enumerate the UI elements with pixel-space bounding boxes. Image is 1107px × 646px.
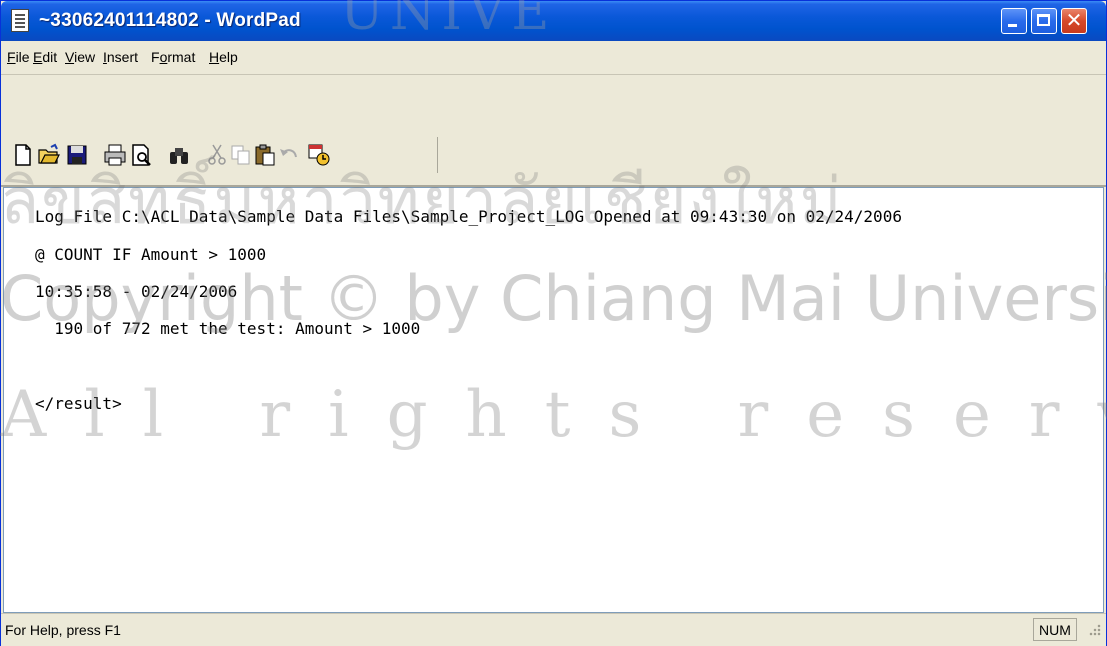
undo-icon[interactable] — [277, 143, 301, 167]
menu-bar: File Edit View Insert Format Help — [1, 41, 1106, 75]
close-button[interactable]: ✕ — [1061, 8, 1087, 34]
log-line-timestamp: 10:35:58 - 02/24/2006 — [35, 282, 238, 301]
standard-toolbar — [7, 137, 438, 173]
status-bar: For Help, press F1 NUM — [1, 613, 1106, 646]
menu-format[interactable]: Format — [151, 49, 195, 65]
wordpad-window: ~33062401114802 - WordPad ✕ File Edit Vi… — [0, 0, 1107, 646]
new-icon[interactable] — [11, 143, 35, 167]
menu-file[interactable]: File — [7, 49, 30, 65]
print-preview-icon[interactable] — [129, 143, 153, 167]
title-bar[interactable]: ~33062401114802 - WordPad ✕ — [1, 1, 1106, 41]
log-line-header: Log File C:\ACL Data\Sample Data Files\S… — [35, 207, 902, 226]
log-line-result: 190 of 772 met the test: Amount > 1000 — [35, 319, 421, 338]
save-icon[interactable] — [65, 143, 89, 167]
menu-insert[interactable]: Insert — [103, 49, 138, 65]
paste-icon[interactable] — [253, 143, 277, 167]
menu-help[interactable]: Help — [209, 49, 238, 65]
insert-datetime-icon[interactable] — [307, 143, 331, 167]
menu-edit[interactable]: Edit — [33, 49, 57, 65]
status-help-text: For Help, press F1 — [5, 622, 121, 638]
maximize-button[interactable] — [1031, 8, 1057, 34]
find-icon[interactable] — [167, 143, 191, 167]
num-lock-indicator: NUM — [1033, 618, 1077, 641]
menu-view[interactable]: View — [65, 49, 95, 65]
document-text-area[interactable]: Log File C:\ACL Data\Sample Data Files\S… — [3, 187, 1104, 613]
document-icon[interactable] — [11, 9, 29, 32]
minimize-button[interactable] — [1001, 8, 1027, 34]
log-line-end-tag: </result> — [35, 394, 122, 413]
resize-grip-icon[interactable] — [1085, 624, 1101, 640]
toolbar — [1, 75, 1106, 187]
window-title: ~33062401114802 - WordPad — [39, 10, 301, 31]
num-indicator-label: NUM — [1039, 622, 1071, 638]
cut-icon[interactable] — [205, 143, 229, 167]
print-icon[interactable] — [103, 143, 127, 167]
copy-icon[interactable] — [229, 143, 253, 167]
close-icon: ✕ — [1065, 8, 1083, 32]
open-icon[interactable] — [37, 143, 61, 167]
log-line-command: @ COUNT IF Amount > 1000 — [35, 245, 267, 264]
